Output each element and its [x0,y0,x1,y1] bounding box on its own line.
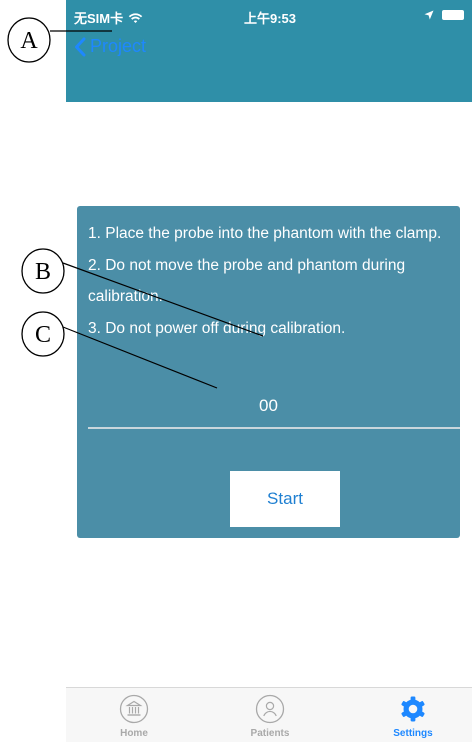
callout-c-label: C [35,322,51,348]
tab-patients-label: Patients [250,728,290,739]
gear-icon [401,696,425,722]
instruction-2: 2. Do not move the probe and phantom dur… [88,256,406,306]
instruction-1: 1. Place the probe into the phantom with… [88,225,442,242]
calibration-card: 1. Place the probe into the phantom with… [77,206,460,538]
callout-b-circle [21,248,65,294]
page: 无SIM卡 上午9:53 Project 1. Place the probe … [0,0,472,742]
status-bar: 无SIM卡 上午9:53 [66,0,472,30]
callout-a-circle [7,17,51,63]
status-right [424,10,464,20]
bank-icon [119,694,149,724]
back-label: Project [90,36,147,56]
carrier-label: 无SIM卡 [74,11,124,26]
back-button[interactable]: Project [74,36,146,57]
tab-home[interactable]: Home [89,694,179,739]
tab-bar: Home Patients Settings [66,687,472,742]
top-header: 无SIM卡 上午9:53 Project [66,0,472,102]
instructions: 1. Place the probe into the phantom with… [88,218,450,344]
instruction-3: 3. Do not power off during calibration. [88,319,346,337]
wifi-icon [128,12,143,23]
tab-home-label: Home [120,728,148,739]
status-left: 无SIM卡 [74,8,143,27]
battery-icon [442,10,464,20]
status-time: 上午9:53 [244,11,297,26]
location-arrow-icon [424,10,434,20]
chevron-left-icon [75,37,86,56]
counter-divider [88,427,460,429]
start-button[interactable]: Start [230,471,340,527]
phone-screen: 无SIM卡 上午9:53 Project 1. Place the probe … [66,0,472,742]
person-icon [255,694,285,724]
tab-patients[interactable]: Patients [225,694,315,739]
tab-settings[interactable]: Settings [368,694,458,739]
callout-c-circle [21,311,65,357]
navigation-bar: Project [66,34,472,68]
callout-a-label: A [20,28,38,54]
callout-b-label: B [35,259,51,285]
tab-settings-label: Settings [393,728,433,739]
calibration-counter: 00 [259,396,278,415]
